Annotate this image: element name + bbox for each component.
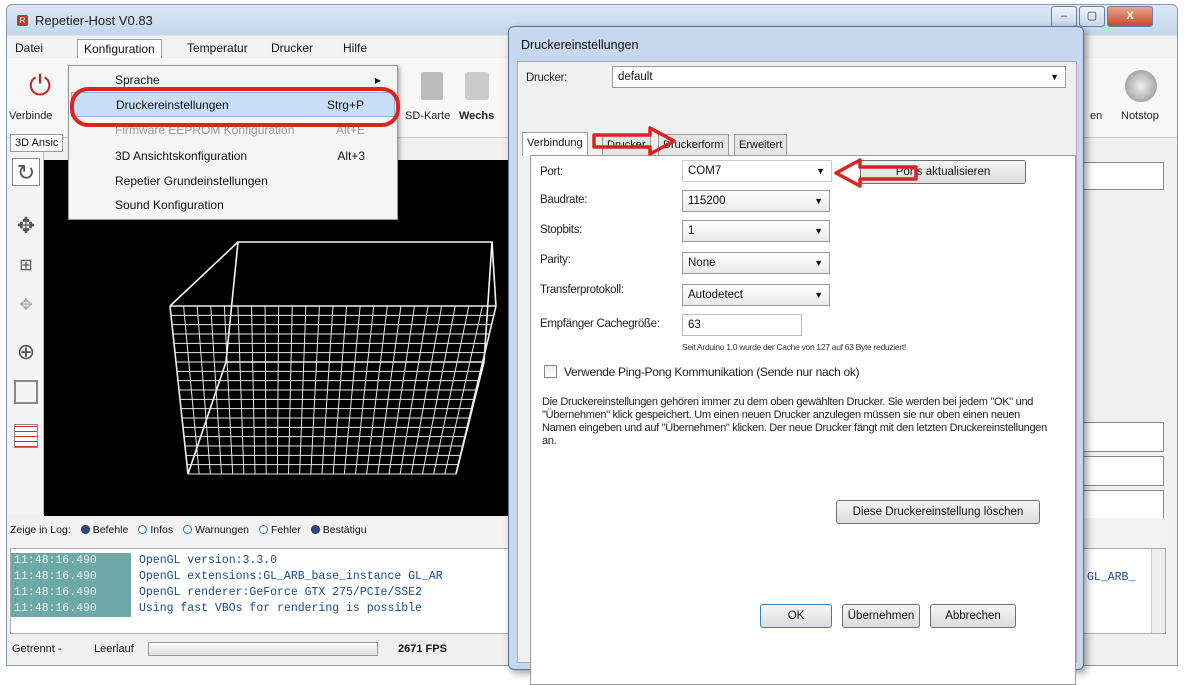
zoom-icon[interactable]: ⊕ [12, 338, 40, 366]
parity-select[interactable]: None ▼ [682, 252, 830, 274]
window-title: Repetier-Host V0.83 [35, 13, 153, 28]
log-filter-bestaetigung[interactable]: Bestätigu [310, 520, 367, 540]
tab-3d-view[interactable]: 3D Ansic [10, 134, 64, 152]
transferprotokoll-label: Transferprotokoll: [540, 284, 624, 296]
status-state: Leerlauf [94, 643, 134, 655]
progress-bar [148, 642, 378, 656]
maximize-button[interactable]: ▢ [1079, 6, 1105, 27]
menu-temperatur[interactable]: Temperatur [181, 39, 254, 57]
menu-item-grundeinstellungen[interactable]: Repetier Grundeinstellungen [71, 169, 395, 194]
highlight-annotation [70, 87, 400, 127]
baudrate-select[interactable]: 115200 ▼ [682, 190, 830, 212]
tab-verbindung[interactable]: Verbindung [522, 132, 588, 156]
red-arrow-right-icon [592, 126, 676, 156]
log-filter-befehle[interactable]: Befehle [80, 520, 128, 540]
wechsel-button[interactable]: Wechs [459, 110, 494, 122]
log-filter-bar: Zeige in Log: Befehle Infos Warnungen Fe… [10, 520, 367, 540]
frame-view-icon[interactable] [14, 380, 38, 404]
log-filter-warnungen[interactable]: Warnungen [183, 520, 249, 540]
sdcard-button[interactable]: SD-Karte [405, 110, 450, 122]
chevron-down-icon: ▼ [814, 290, 823, 300]
printer-settings-dialog: Druckereinstellungen Drucker: default ▼ V… [508, 26, 1084, 685]
stopbits-label: Stopbits: [540, 224, 583, 236]
status-fps: 2671 FPS [398, 643, 447, 655]
apply-button[interactable]: Übernehmen [842, 604, 920, 628]
port-select[interactable]: COM7 ▼ [682, 160, 832, 182]
port-label: Port: [540, 166, 563, 178]
baudrate-label: Baudrate: [540, 194, 588, 206]
emergency-stop-icon[interactable] [1125, 70, 1157, 102]
connect-button[interactable]: Verbinde [9, 110, 52, 122]
menu-datei[interactable]: Datei [9, 39, 49, 57]
cancel-button[interactable]: Abbrechen [930, 604, 1016, 628]
chevron-down-icon: ▼ [1050, 72, 1059, 82]
power-icon[interactable]: ⏻ [29, 72, 51, 100]
minimize-button[interactable]: – [1051, 6, 1077, 27]
printer-label: Drucker: [526, 72, 568, 84]
cache-note: Seit Arduino 1.0 wurde der Cache von 127… [682, 342, 906, 352]
log-filter-infos[interactable]: Infos [138, 520, 173, 540]
menu-item-sound[interactable]: Sound Konfiguration [71, 193, 395, 218]
tab-erweitert[interactable]: Erweitert [734, 134, 788, 156]
transferprotokoll-select[interactable]: Autodetect ▼ [682, 284, 830, 306]
chevron-down-icon: ▼ [814, 196, 823, 206]
log-scrollbar[interactable] [1151, 549, 1165, 633]
sdcard-icon [421, 72, 443, 100]
toolbar-right-label: en [1090, 110, 1103, 122]
log-filter-label: Zeige in Log: [10, 524, 71, 536]
pingpong-label: Verwende Ping-Pong Kommunikation (Sende … [564, 365, 860, 379]
menu-drucker[interactable]: Drucker [265, 39, 319, 57]
menu-item-3d-ansicht[interactable]: 3D Ansichtskonfiguration Alt+3 [71, 144, 395, 169]
move-icon[interactable]: ✥ [12, 212, 40, 240]
log-overflow-text: GL_ARB_ [1087, 571, 1136, 584]
move-object-icon[interactable]: ⊞ [12, 252, 40, 280]
printer-select[interactable]: default ▼ [612, 66, 1066, 88]
status-connection: Getrennt - [12, 643, 62, 655]
chevron-down-icon: ▼ [816, 166, 825, 176]
change-icon [465, 72, 489, 100]
cache-size-input[interactable]: 63 [682, 314, 802, 336]
grid-icon[interactable] [14, 424, 38, 448]
chevron-down-icon: ▼ [814, 226, 823, 236]
parity-label: Parity: [540, 254, 571, 266]
cache-size-label: Empfänger Cachegröße: [540, 318, 660, 330]
notstop-button[interactable]: Notstop [1121, 110, 1159, 122]
menu-hilfe[interactable]: Hilfe [337, 39, 373, 57]
move-disabled-icon[interactable]: ✥ [12, 292, 40, 320]
pingpong-checkbox[interactable] [544, 365, 557, 378]
dialog-title: Druckereinstellungen [521, 38, 639, 52]
app-icon: R [17, 15, 28, 26]
delete-printer-settings-button[interactable]: Diese Druckereinstellung löschen [836, 500, 1040, 524]
info-text: Die Druckereinstellungen gehören immer z… [542, 396, 1047, 447]
log-filter-fehler[interactable]: Fehler [259, 520, 301, 540]
menu-konfiguration[interactable]: Konfiguration [77, 39, 162, 60]
close-button[interactable]: X [1107, 6, 1153, 27]
red-arrow-left-icon [834, 158, 918, 188]
stopbits-select[interactable]: 1 ▼ [682, 220, 830, 242]
chevron-down-icon: ▼ [814, 258, 823, 268]
rotate-icon[interactable]: ↻ [12, 158, 40, 186]
ok-button[interactable]: OK [760, 604, 832, 628]
view-tools: ↻ ✥ ⊞ ✥ ⊕ [8, 152, 44, 514]
